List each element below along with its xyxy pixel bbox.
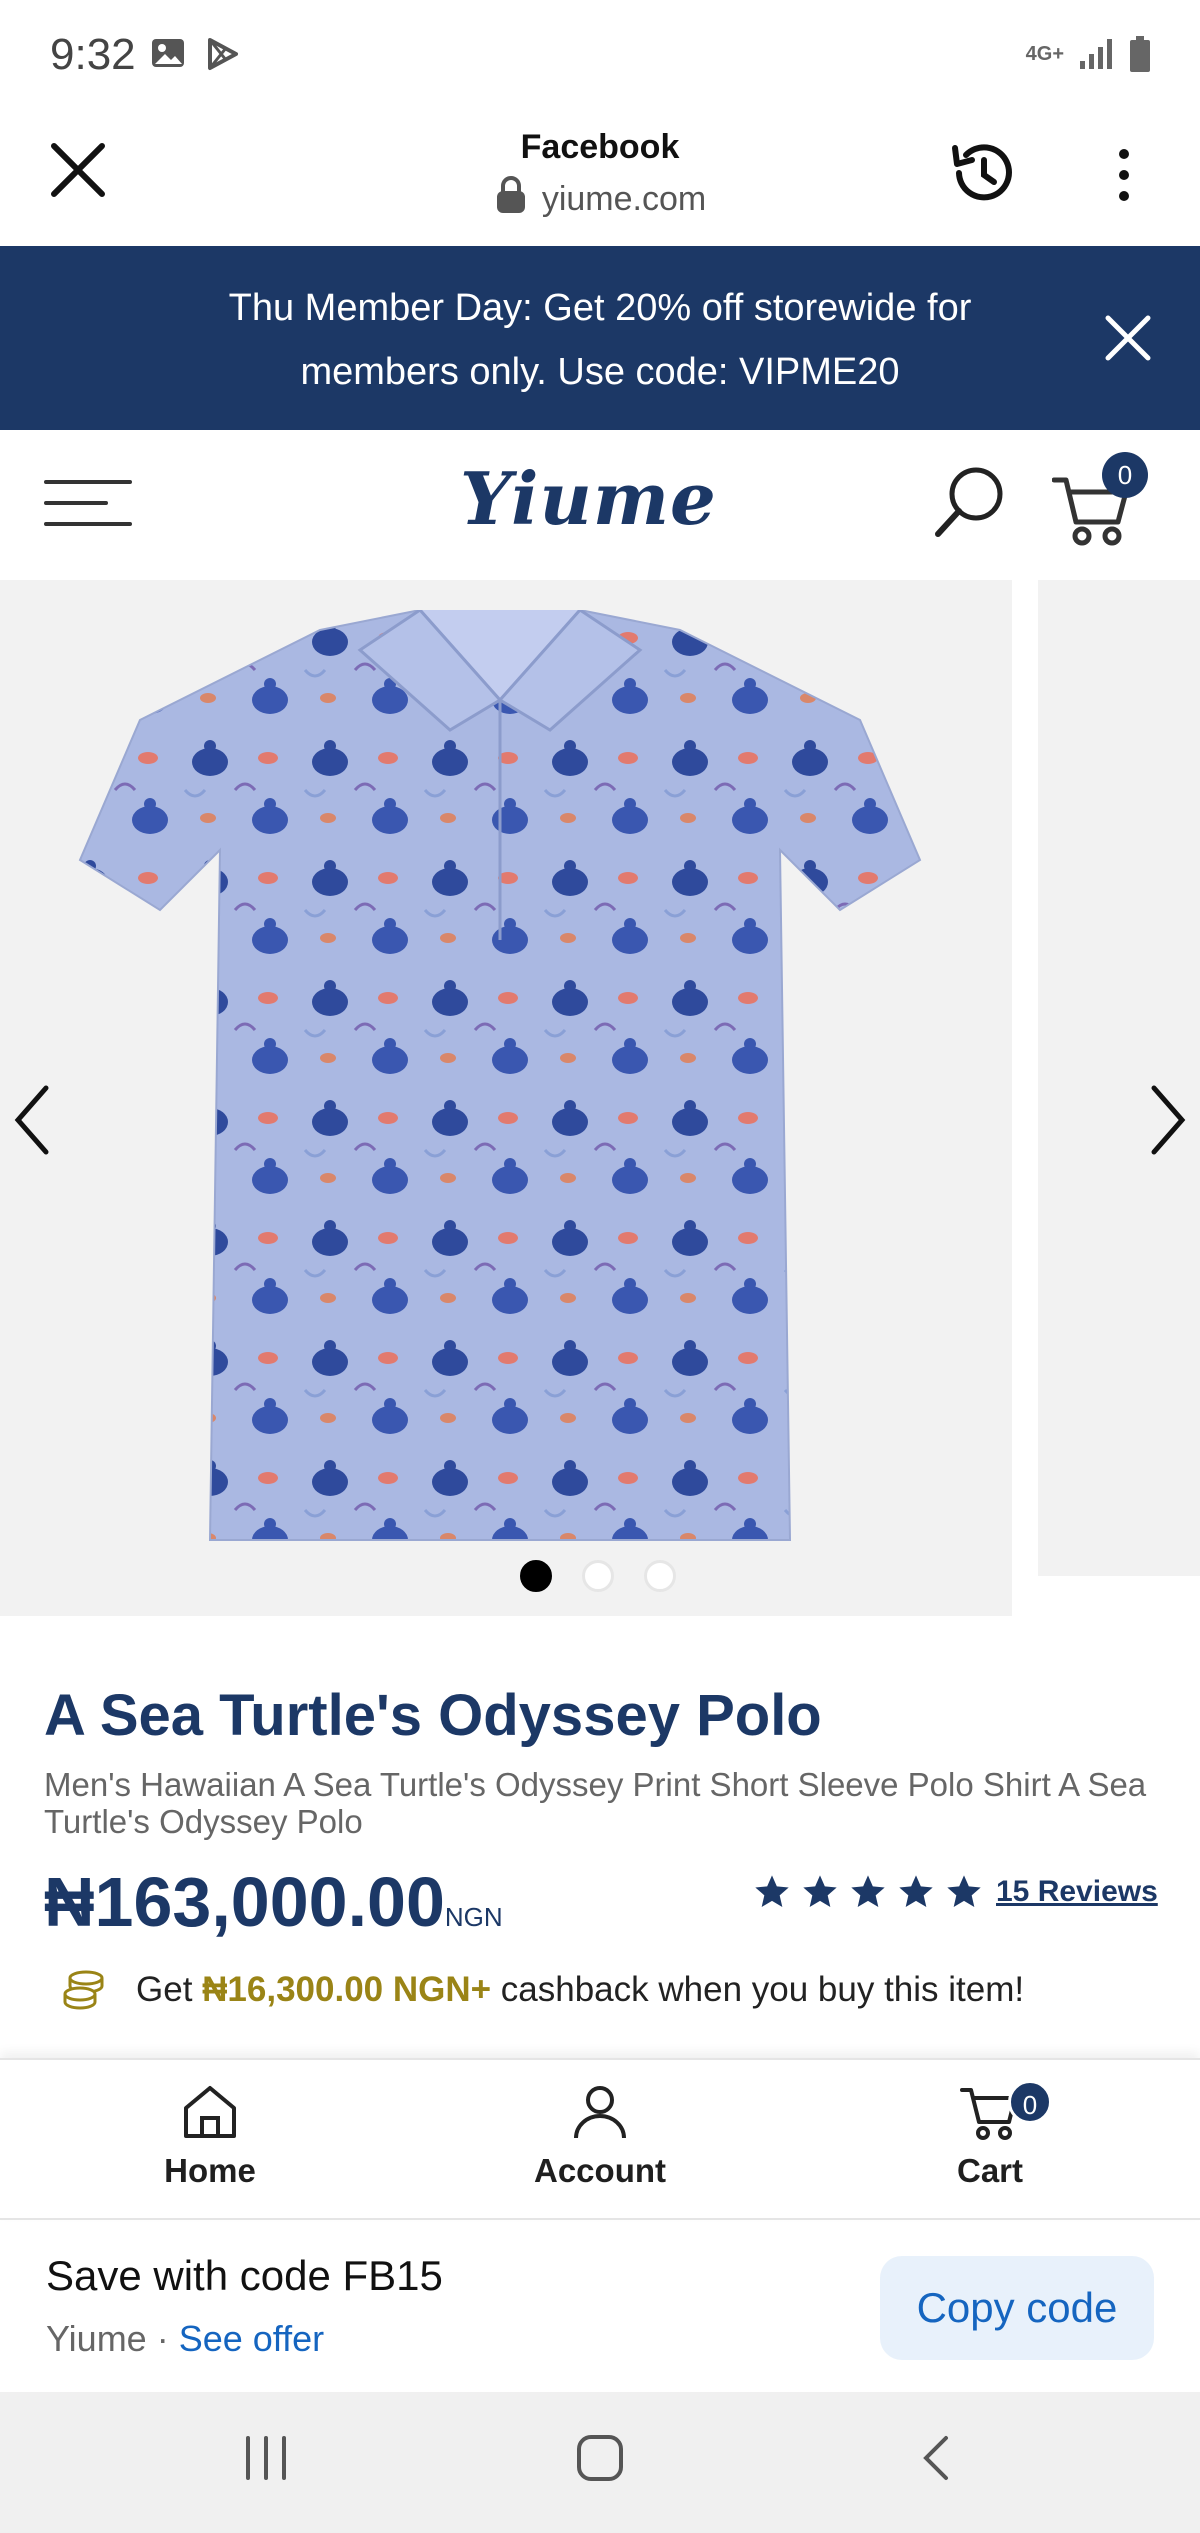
star-icon (899, 1875, 933, 1907)
store-logo[interactable]: Yiume (460, 456, 717, 541)
chevron-right-icon[interactable] (1146, 1080, 1190, 1160)
nav-home[interactable]: Home (90, 2082, 330, 2190)
product-rating[interactable]: 15 Reviews (752, 1872, 1158, 1912)
cart-count-badge: 0 (1102, 452, 1148, 498)
menu-icon[interactable] (44, 478, 132, 528)
gallery-dot[interactable] (582, 1560, 614, 1592)
chevron-left-icon[interactable] (10, 1080, 54, 1160)
nav-cart-label: Cart (956, 2152, 1024, 2189)
offer-source: Yiume (46, 2318, 147, 2359)
cashback-note: Get ₦16,300.00 NGN+ cashback when you bu… (62, 1970, 1024, 2010)
gallery-dot[interactable] (520, 1560, 552, 1592)
product-gallery[interactable] (0, 580, 1200, 1616)
star-icon (947, 1875, 981, 1907)
system-nav-bar (0, 2392, 1200, 2533)
product-subtitle: Men's Hawaiian A Sea Turtle's Odyssey Pr… (44, 1766, 1147, 1840)
battery-icon (1130, 36, 1150, 72)
next-slide-preview[interactable] (1038, 580, 1200, 1576)
network-4g-icon: 4G+ (1025, 43, 1064, 65)
offer-title: Save with code FB15 (46, 2252, 443, 2299)
home-icon (184, 2086, 236, 2138)
nav-account[interactable]: Account (480, 2082, 720, 2190)
status-time: 9:32 (50, 30, 136, 79)
price-value: ₦163,000.00 (44, 1863, 445, 1941)
polo-shirt-image (78, 610, 922, 1541)
browser-title: Facebook (520, 128, 680, 166)
cashback-amount: ₦16,300.00 NGN+ (202, 1970, 492, 2009)
star-icon (755, 1875, 789, 1907)
nav-account-label: Account (534, 2152, 666, 2189)
search-icon[interactable] (932, 464, 1008, 540)
gallery-dot[interactable] (644, 1560, 676, 1592)
status-icons-left (150, 36, 240, 72)
browser-url[interactable]: yiume.com (0, 174, 1200, 219)
copy-code-button[interactable]: Copy code (880, 2256, 1154, 2360)
reviews-link[interactable]: 15 Reviews (996, 1875, 1158, 1909)
see-offer-link[interactable]: See offer (179, 2318, 324, 2359)
star-icon (851, 1875, 885, 1907)
browser-toolbar: Facebook yiume.com (0, 110, 1200, 246)
coins-icon (63, 1970, 104, 2010)
history-icon[interactable] (945, 136, 1019, 210)
product-image[interactable] (0, 580, 1012, 1616)
status-icons-right: 4G+ (1026, 36, 1152, 72)
price-currency: NGN (444, 1902, 503, 1932)
cashback-prefix: Get (136, 1970, 203, 2009)
recent-apps-icon[interactable] (240, 2432, 292, 2484)
url-text: yiume.com (541, 180, 707, 218)
lock-icon (496, 176, 525, 213)
home-button-icon[interactable] (574, 2432, 626, 2484)
offer-meta: Yiume · See offer (46, 2318, 324, 2360)
promo-close-icon[interactable] (1104, 314, 1152, 362)
offer-separator: · (146, 2318, 179, 2359)
offer-bar: Save with code FB15 Yiume · See offer Co… (0, 2222, 1200, 2392)
nav-cart-badge: 0 (1008, 2080, 1052, 2124)
nav-cart[interactable]: 0 Cart (870, 2080, 1110, 2190)
cashback-suffix: cashback when you buy this item! (491, 1970, 1025, 2009)
signal-icon (1080, 39, 1112, 69)
gallery-icon (152, 39, 184, 67)
product-title: A Sea Turtle's Odyssey Polo (44, 1683, 822, 1748)
gallery-dots (520, 1560, 676, 1592)
play-store-icon (208, 38, 238, 70)
nav-home-label: Home (164, 2152, 256, 2189)
status-bar: 9:32 4G+ (0, 0, 1200, 110)
back-icon[interactable] (912, 2432, 964, 2484)
promo-banner: Thu Member Day: Get 20% off storewide fo… (0, 246, 1200, 430)
bottom-nav: Home Account 0 Cart (0, 2058, 1200, 2220)
more-vert-icon[interactable] (1100, 140, 1148, 210)
promo-text: Thu Member Day: Get 20% off storewide fo… (228, 287, 972, 393)
store-header: Yiume 0 (0, 430, 1200, 580)
product-price: ₦163,000.00NGN (44, 1862, 503, 1942)
account-icon (574, 2086, 626, 2139)
star-icon (803, 1875, 837, 1907)
